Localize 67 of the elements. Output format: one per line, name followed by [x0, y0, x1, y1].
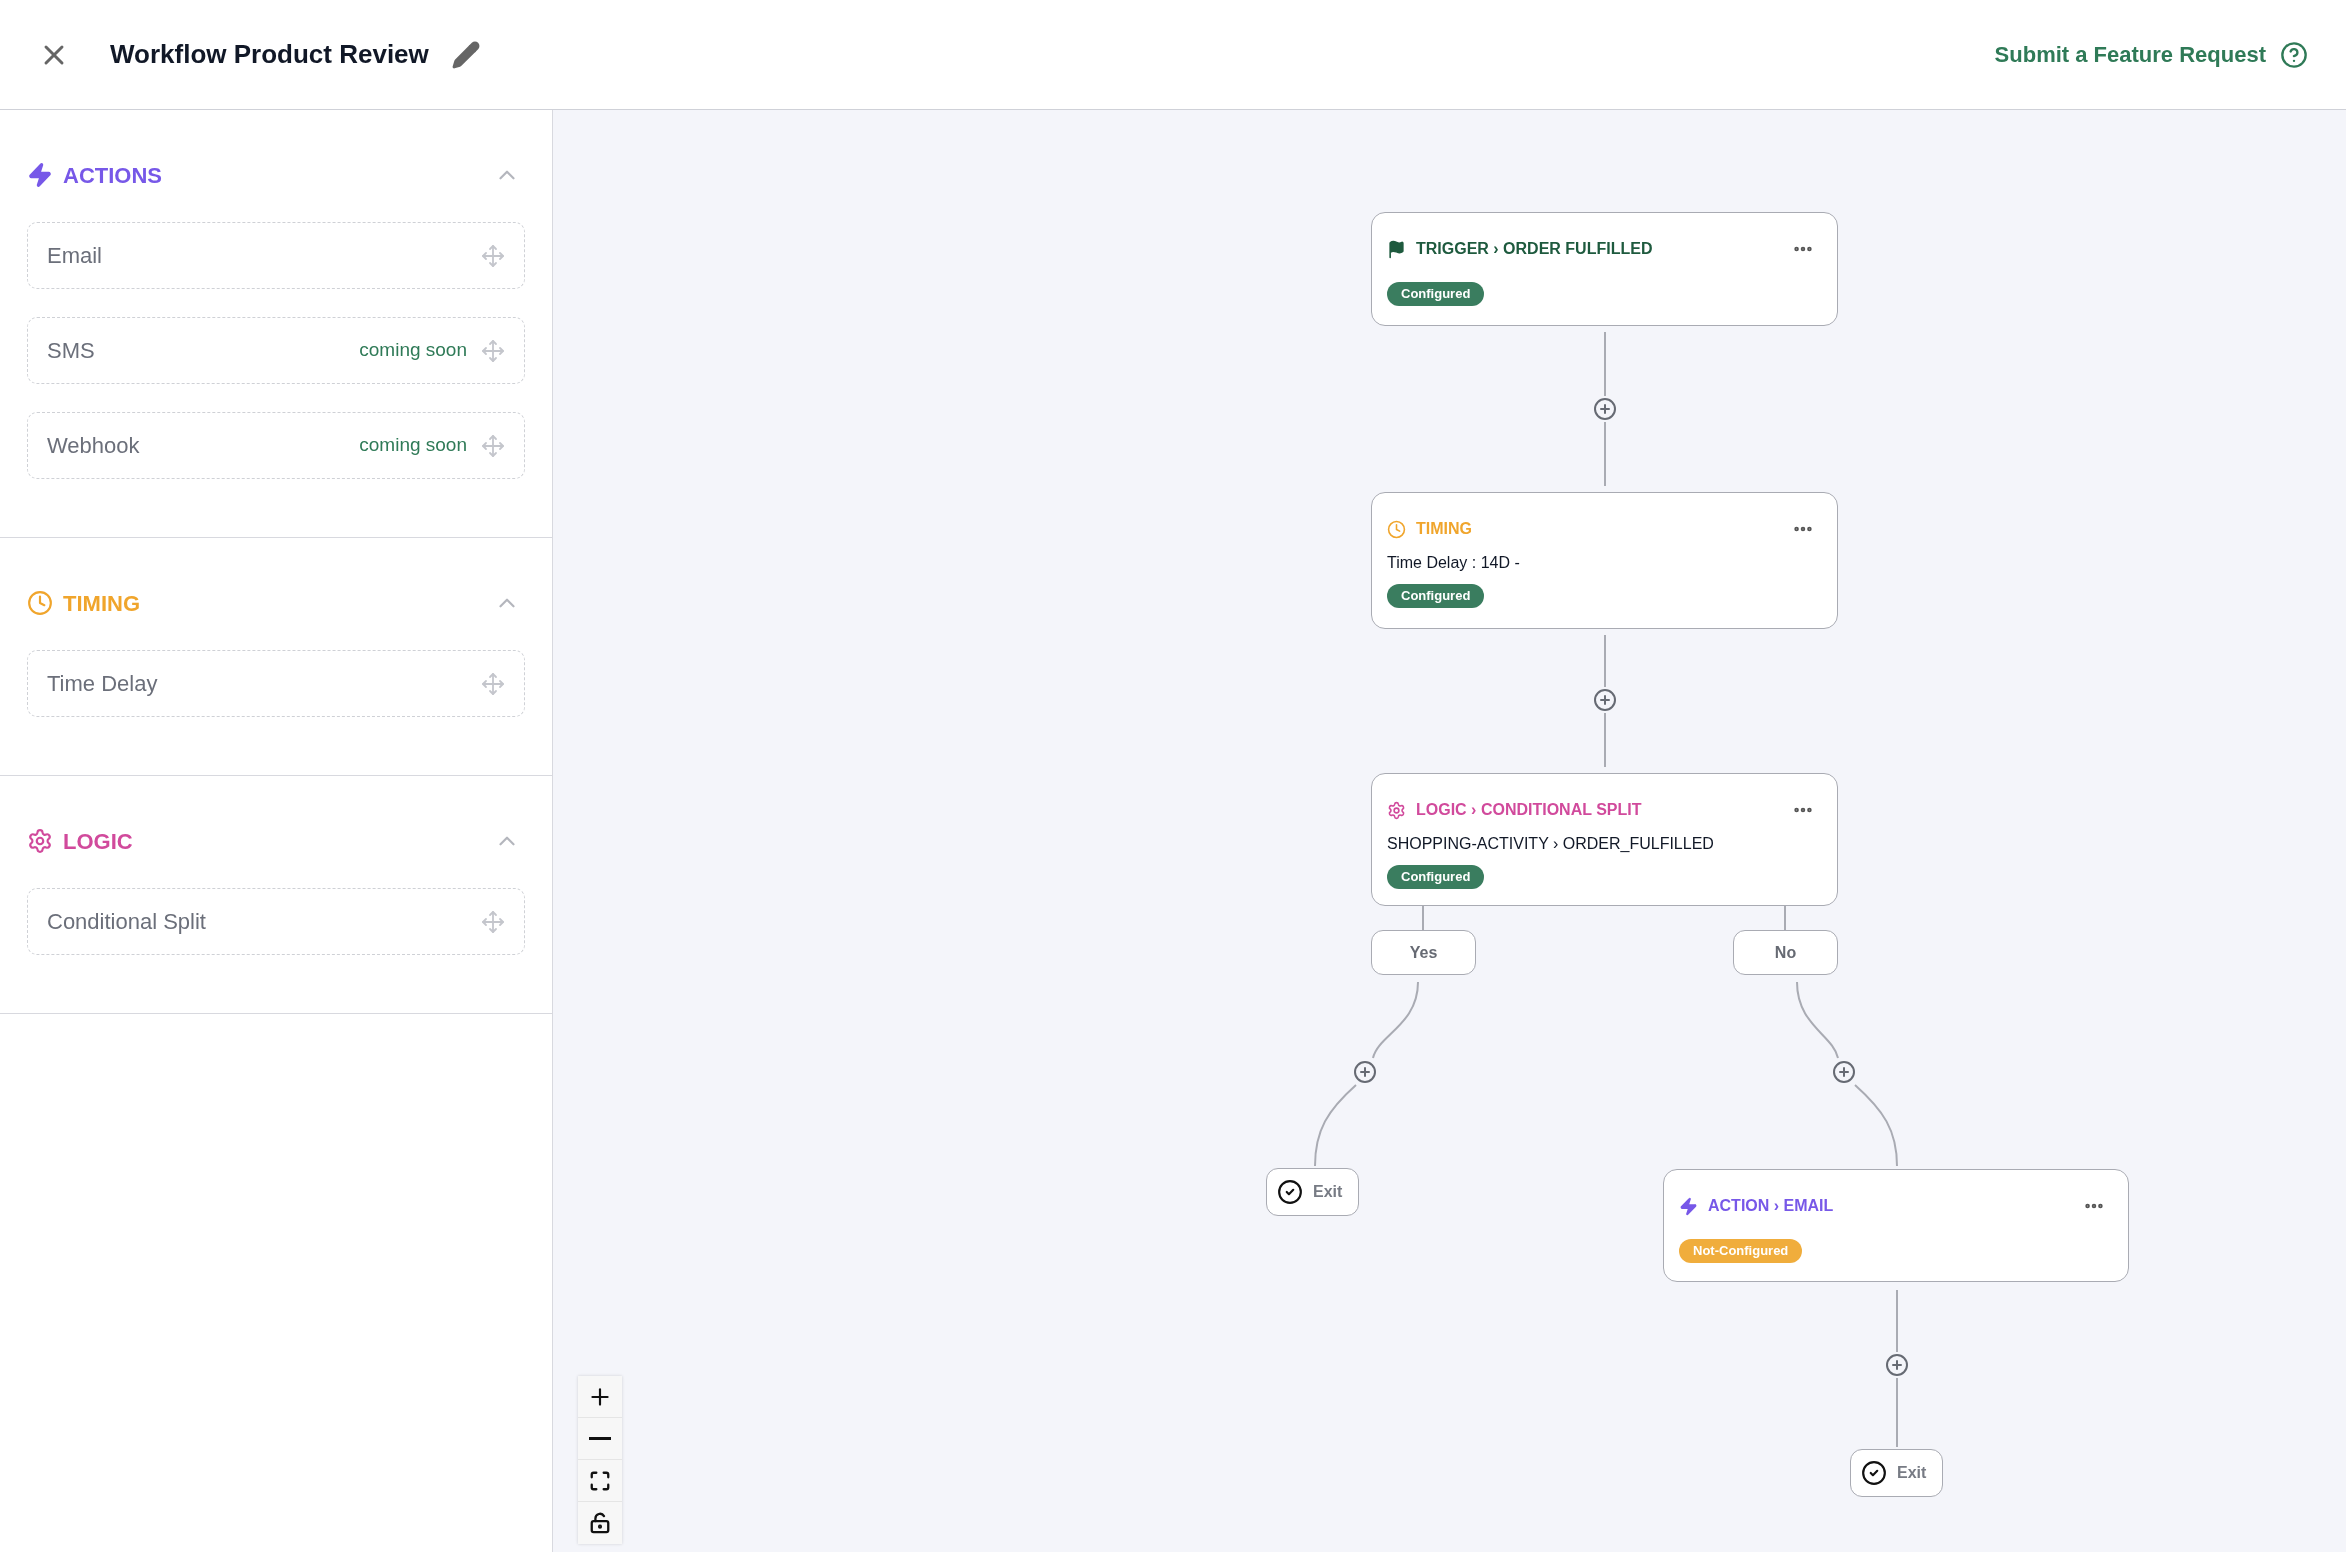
connector-line: [1896, 1377, 1898, 1448]
workflow-node[interactable]: TIMING Time Delay : 14D - Configured: [1371, 492, 1838, 629]
node-title: TIMING: [1416, 519, 1472, 539]
status-badge: Configured: [1387, 282, 1485, 306]
lightning-icon: [27, 162, 53, 188]
add-step-icon[interactable]: [1353, 1060, 1377, 1084]
draggable-item[interactable]: Conditional Split: [27, 888, 525, 955]
workflow-node[interactable]: LOGIC › CONDITIONAL SPLIT SHOPPING-ACTIVITY › ORDER_FULFILLED Configured: [1371, 773, 1838, 906]
clock-icon: [27, 590, 53, 616]
connector-line: [1784, 905, 1786, 931]
connector-line: [1604, 712, 1606, 768]
node-title: TRIGGER › ORDER FULFILLED: [1416, 239, 1653, 259]
move-icon: [481, 243, 505, 268]
item-label: Conditional Split: [47, 908, 206, 936]
coming-soon-note: coming soon: [359, 433, 467, 458]
node-title: ACTION › EMAIL: [1708, 1196, 1834, 1216]
workflow-node[interactable]: ACTION › EMAIL Not-Configured: [1663, 1169, 2129, 1282]
add-step-icon[interactable]: [1832, 1060, 1856, 1084]
add-step-icon[interactable]: [1885, 1353, 1909, 1377]
move-icon: [481, 909, 505, 934]
feature-request-link[interactable]: Submit a Feature Request: [1994, 38, 2266, 71]
draggable-item[interactable]: Webhook coming soon: [27, 412, 525, 479]
add-step-icon[interactable]: [1593, 397, 1617, 421]
status-badge: Configured: [1387, 584, 1485, 608]
move-icon: [481, 338, 505, 363]
node-title: LOGIC › CONDITIONAL SPLIT: [1416, 800, 1642, 820]
item-label: Time Delay: [47, 670, 158, 698]
draggable-item[interactable]: Email: [27, 222, 525, 289]
move-icon: [481, 671, 505, 696]
node-detail: Time Delay : 14D -: [1387, 553, 1521, 573]
exit-node[interactable]: Exit: [1850, 1449, 1943, 1497]
branch-label[interactable]: No: [1733, 930, 1838, 975]
move-icon: [481, 433, 505, 458]
section-title: LOGIC: [63, 827, 133, 856]
draggable-item[interactable]: SMS coming soon: [27, 317, 525, 384]
check-circle-icon: [1861, 1460, 1887, 1486]
lock-icon: [589, 1512, 611, 1534]
add-step-icon[interactable]: [1593, 688, 1617, 712]
gear-icon: [27, 828, 53, 854]
draggable-item[interactable]: Time Delay: [27, 650, 525, 717]
item-label: Email: [47, 242, 102, 270]
minus-icon: [589, 1437, 611, 1440]
branch-label[interactable]: Yes: [1371, 930, 1476, 975]
section-title: ACTIONS: [63, 161, 162, 190]
connector-line: [1604, 331, 1606, 397]
connector-line: [1896, 1289, 1898, 1353]
exit-node[interactable]: Exit: [1266, 1168, 1359, 1216]
check-circle-icon: [1277, 1179, 1303, 1205]
clock-icon: [1387, 519, 1406, 539]
item-label: SMS: [47, 337, 95, 365]
item-label: Webhook: [47, 432, 140, 460]
connector-line: [1604, 634, 1606, 688]
flag-icon: [1387, 239, 1406, 259]
connector-line: [1604, 421, 1606, 487]
gear-icon: [1387, 800, 1406, 820]
lightning-icon: [1679, 1196, 1698, 1216]
help-icon[interactable]: [2280, 40, 2308, 69]
coming-soon-note: coming soon: [359, 338, 467, 363]
edit-icon[interactable]: [450, 39, 481, 70]
fit-view-icon: [589, 1469, 611, 1492]
status-badge: Not-Configured: [1679, 1239, 1803, 1263]
connector-line: [1422, 905, 1424, 931]
section-title: TIMING: [63, 589, 140, 618]
workflow-title: Workflow Product Review: [110, 38, 429, 71]
workflow-node[interactable]: TRIGGER › ORDER FULFILLED Configured: [1371, 212, 1838, 326]
node-detail: SHOPPING-ACTIVITY › ORDER_FULFILLED: [1387, 834, 1715, 854]
status-badge: Configured: [1387, 865, 1485, 889]
